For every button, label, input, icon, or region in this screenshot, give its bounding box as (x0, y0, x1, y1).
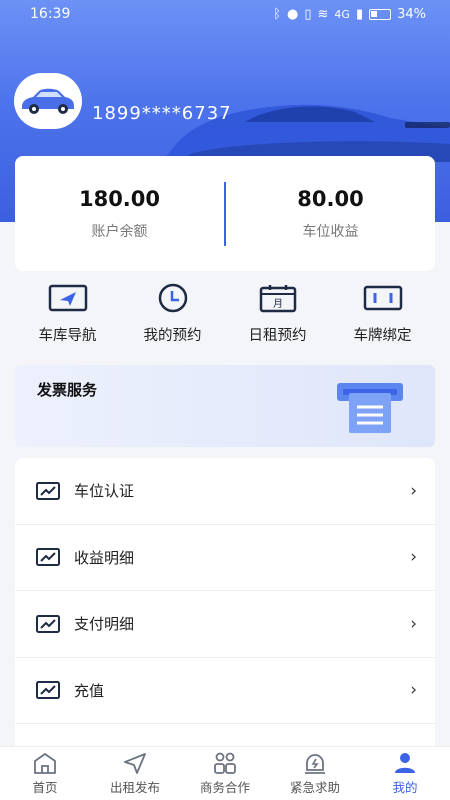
menu-item-payment-details[interactable]: 支付明细 › (15, 591, 435, 658)
tab-label: 首页 (32, 780, 58, 795)
clock-icon (158, 283, 187, 313)
tab-rental-publish[interactable]: 出租发布 (90, 747, 180, 800)
menu-item-recharge[interactable]: 充值 › (15, 658, 435, 724)
account-balance[interactable]: 180.00 账户余额 (15, 187, 224, 241)
menu-list: 车位认证 › 收益明细 › 支付明细 › 充值 › (15, 458, 435, 758)
navigation-icon (48, 284, 87, 312)
chevron-right-icon: › (410, 680, 417, 701)
tab-label: 我的 (392, 780, 418, 795)
quick-action-garage-navigation[interactable]: 车库导航 (15, 283, 120, 353)
bottom-tab-bar: 首页 出租发布 商务合作 紧急求助 我的 (0, 746, 450, 800)
status-time: 16:39 (30, 6, 71, 22)
bluetooth-icon: ᛒ (273, 6, 281, 22)
invoice-title: 发票服务 (37, 381, 98, 399)
chevron-right-icon: › (410, 480, 417, 501)
invoice-service-card[interactable]: 发票服务 (15, 365, 435, 447)
quick-action-label: 日租预约 (248, 328, 307, 344)
parking-income-label: 车位收益 (302, 223, 359, 240)
wifi-icon: ≋ (317, 6, 329, 22)
trend-chart-icon (36, 614, 60, 633)
car-avatar-icon (22, 88, 74, 114)
avatar[interactable] (14, 73, 82, 129)
battery-icon (369, 8, 392, 20)
quick-action-my-reservations[interactable]: 我的预约 (120, 283, 225, 353)
menu-item-label: 支付明细 (74, 615, 135, 634)
tab-business-cooperation[interactable]: 商务合作 (180, 747, 270, 800)
menu-item-parking-certification[interactable]: 车位认证 › (15, 458, 435, 525)
license-plate-icon (363, 285, 402, 311)
home-icon (34, 753, 56, 774)
tab-mine[interactable]: 我的 (360, 747, 450, 800)
phone-number: 1899****6737 (92, 103, 232, 124)
battery-percent: 34% (397, 6, 426, 22)
menu-item-label: 收益明细 (74, 548, 135, 567)
balance-card: 180.00 账户余额 80.00 车位收益 (15, 156, 435, 271)
quick-action-label: 我的预约 (143, 328, 202, 344)
tab-label: 出租发布 (109, 780, 160, 795)
tab-home[interactable]: 首页 (0, 747, 90, 800)
emergency-icon (305, 754, 325, 774)
quick-action-daily-rental[interactable]: 月 日租预约 (225, 283, 330, 353)
trend-chart-icon (36, 481, 60, 500)
trend-chart-icon (36, 548, 60, 567)
chevron-right-icon: › (410, 613, 417, 634)
quick-action-plate-binding[interactable]: 车牌绑定 (330, 283, 435, 353)
profile-icon (395, 753, 415, 773)
chevron-right-icon: › (410, 547, 417, 568)
menu-item-label: 充值 (74, 681, 105, 700)
quick-action-label: 车牌绑定 (353, 328, 412, 344)
vibrate-icon: ▯ (304, 6, 312, 22)
parking-income[interactable]: 80.00 车位收益 (226, 187, 435, 241)
tab-label: 商务合作 (199, 780, 250, 795)
trend-chart-icon (36, 681, 60, 700)
menu-item-income-details[interactable]: 收益明细 › (15, 525, 435, 591)
account-balance-label: 账户余额 (91, 223, 148, 240)
calendar-glyph: 月 (273, 298, 283, 310)
send-icon (124, 753, 146, 774)
quick-actions: 车库导航 我的预约 月 日租预约 车牌绑定 (15, 283, 435, 353)
quick-action-label: 车库导航 (38, 328, 97, 344)
tab-label: 紧急求助 (289, 780, 340, 795)
status-bar: 16:39 ᛒ ● ▯ ≋ 4G ▮ 34% (0, 0, 450, 28)
account-balance-value: 180.00 (78, 186, 161, 211)
tab-emergency-help[interactable]: 紧急求助 (270, 747, 360, 800)
location-icon: ● (287, 6, 299, 22)
parking-income-value: 80.00 (297, 186, 364, 211)
calendar-icon: 月 (259, 285, 296, 313)
partners-icon (214, 752, 236, 774)
network-label: 4G (334, 7, 350, 21)
signal-icon: ▮ (355, 6, 364, 22)
invoice-printer-icon (337, 383, 403, 433)
menu-item-label: 车位认证 (74, 482, 135, 501)
